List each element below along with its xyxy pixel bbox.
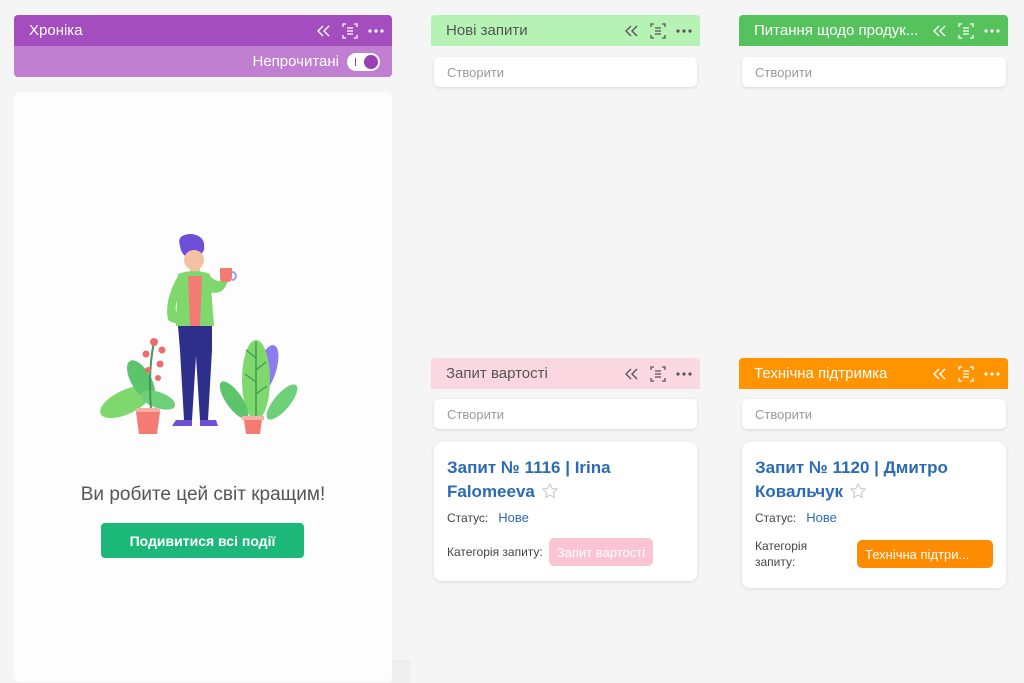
- star-icon[interactable]: [541, 482, 559, 505]
- create-input-product-questions[interactable]: Створити: [742, 57, 1006, 87]
- select-icon[interactable]: [650, 22, 666, 39]
- timeline-panel: Ви робите цей світ кращим! Подивитися вс…: [14, 92, 392, 682]
- column-title: Технічна підтримка: [754, 365, 888, 382]
- timeline-filter-bar: Непрочитані: [14, 46, 392, 77]
- unread-label: Непрочитані: [252, 53, 339, 70]
- category-tag[interactable]: Технічна підтри...: [857, 540, 993, 568]
- category-label: Категорія запиту:: [447, 545, 543, 559]
- status-label: Статус:: [447, 510, 489, 525]
- column-title: Питання щодо продук...: [754, 22, 919, 39]
- empty-state-illustration: [100, 234, 298, 434]
- select-icon[interactable]: [342, 22, 358, 39]
- card-title[interactable]: Запит № 1116 | Irina Falomeeva: [447, 458, 611, 501]
- create-input-price-request[interactable]: Створити: [434, 399, 697, 429]
- empty-state-message: Ви робите цей світ кращим!: [80, 484, 326, 505]
- status-value[interactable]: Нове: [806, 510, 837, 525]
- card-title-wrap: Запит № 1116 | Irina Falomeeva: [447, 456, 684, 504]
- view-all-events-button[interactable]: Подивитися всі події: [101, 523, 304, 558]
- column-title: Запит вартості: [446, 365, 548, 382]
- column-header-tech-support: Технічна підтримка: [739, 358, 1008, 389]
- collapse-icon[interactable]: [932, 23, 948, 39]
- select-icon[interactable]: [958, 365, 974, 382]
- status-row: Статус: Нове: [755, 510, 993, 525]
- timeline-header: Хроніка: [14, 15, 392, 46]
- status-value[interactable]: Нове: [498, 510, 529, 525]
- create-input-tech-support[interactable]: Створити: [742, 399, 1006, 429]
- timeline-title: Хроніка: [29, 22, 83, 39]
- collapse-icon[interactable]: [932, 366, 948, 382]
- column-title: Нові запити: [446, 22, 528, 39]
- star-icon[interactable]: [849, 482, 867, 505]
- more-icon[interactable]: [676, 366, 692, 382]
- more-icon[interactable]: [984, 366, 1000, 382]
- category-row: Категорія запиту: Технічна підтри...: [755, 538, 993, 570]
- collapse-icon[interactable]: [624, 23, 640, 39]
- timeline-scroll-track: [392, 660, 410, 683]
- category-label: Категорія запиту:: [755, 539, 808, 569]
- status-label: Статус:: [755, 510, 797, 525]
- status-row: Статус: Нове: [447, 510, 684, 525]
- more-icon[interactable]: [984, 23, 1000, 39]
- category-tag[interactable]: Запит вартості: [548, 538, 654, 566]
- more-icon[interactable]: [368, 23, 384, 39]
- category-row: Категорія запиту: Запит вартості: [447, 538, 684, 566]
- select-icon[interactable]: [958, 22, 974, 39]
- collapse-icon[interactable]: [316, 23, 332, 39]
- column-header-new-requests: Нові запити: [431, 15, 700, 46]
- request-card[interactable]: Запит № 1120 | Дмитро Ковальчук Статус: …: [742, 442, 1006, 588]
- select-icon[interactable]: [650, 365, 666, 382]
- collapse-icon[interactable]: [624, 366, 640, 382]
- card-title-wrap: Запит № 1120 | Дмитро Ковальчук: [755, 456, 993, 504]
- request-card[interactable]: Запит № 1116 | Irina Falomeeva Статус: Н…: [434, 442, 697, 581]
- unread-toggle[interactable]: [347, 52, 380, 71]
- create-input-new-requests[interactable]: Створити: [434, 57, 697, 87]
- column-header-product-questions: Питання щодо продук...: [739, 15, 1008, 46]
- column-header-price-request: Запит вартості: [431, 358, 700, 389]
- more-icon[interactable]: [676, 23, 692, 39]
